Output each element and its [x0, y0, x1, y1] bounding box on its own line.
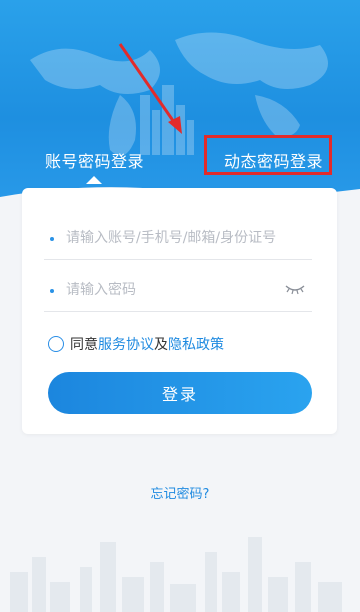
eye-closed-icon[interactable] — [284, 282, 306, 296]
agreement-row: 同意 服务协议 及 隐私政策 — [48, 334, 224, 354]
header-banner — [0, 0, 360, 215]
password-field — [44, 268, 312, 312]
forgot-password-link[interactable]: 忘记密码? — [0, 483, 360, 502]
privacy-policy-link[interactable]: 隐私政策 — [168, 334, 224, 354]
login-button[interactable]: 登录 — [48, 372, 312, 414]
username-field — [44, 216, 312, 260]
agree-prefix: 同意 — [70, 337, 98, 353]
city-skyline-background — [10, 537, 342, 612]
annotation-highlight-box — [204, 135, 332, 175]
service-agreement-link[interactable]: 服务协议 — [98, 334, 154, 354]
tab-account-login[interactable]: 账号密码登录 — [45, 148, 144, 172]
field-bullet — [50, 289, 54, 293]
username-input[interactable] — [66, 226, 276, 250]
password-input[interactable] — [66, 278, 276, 302]
field-bullet — [50, 237, 54, 241]
agree-and: 及 — [154, 337, 168, 353]
agree-radio[interactable] — [48, 336, 64, 352]
active-tab-indicator — [86, 176, 102, 184]
